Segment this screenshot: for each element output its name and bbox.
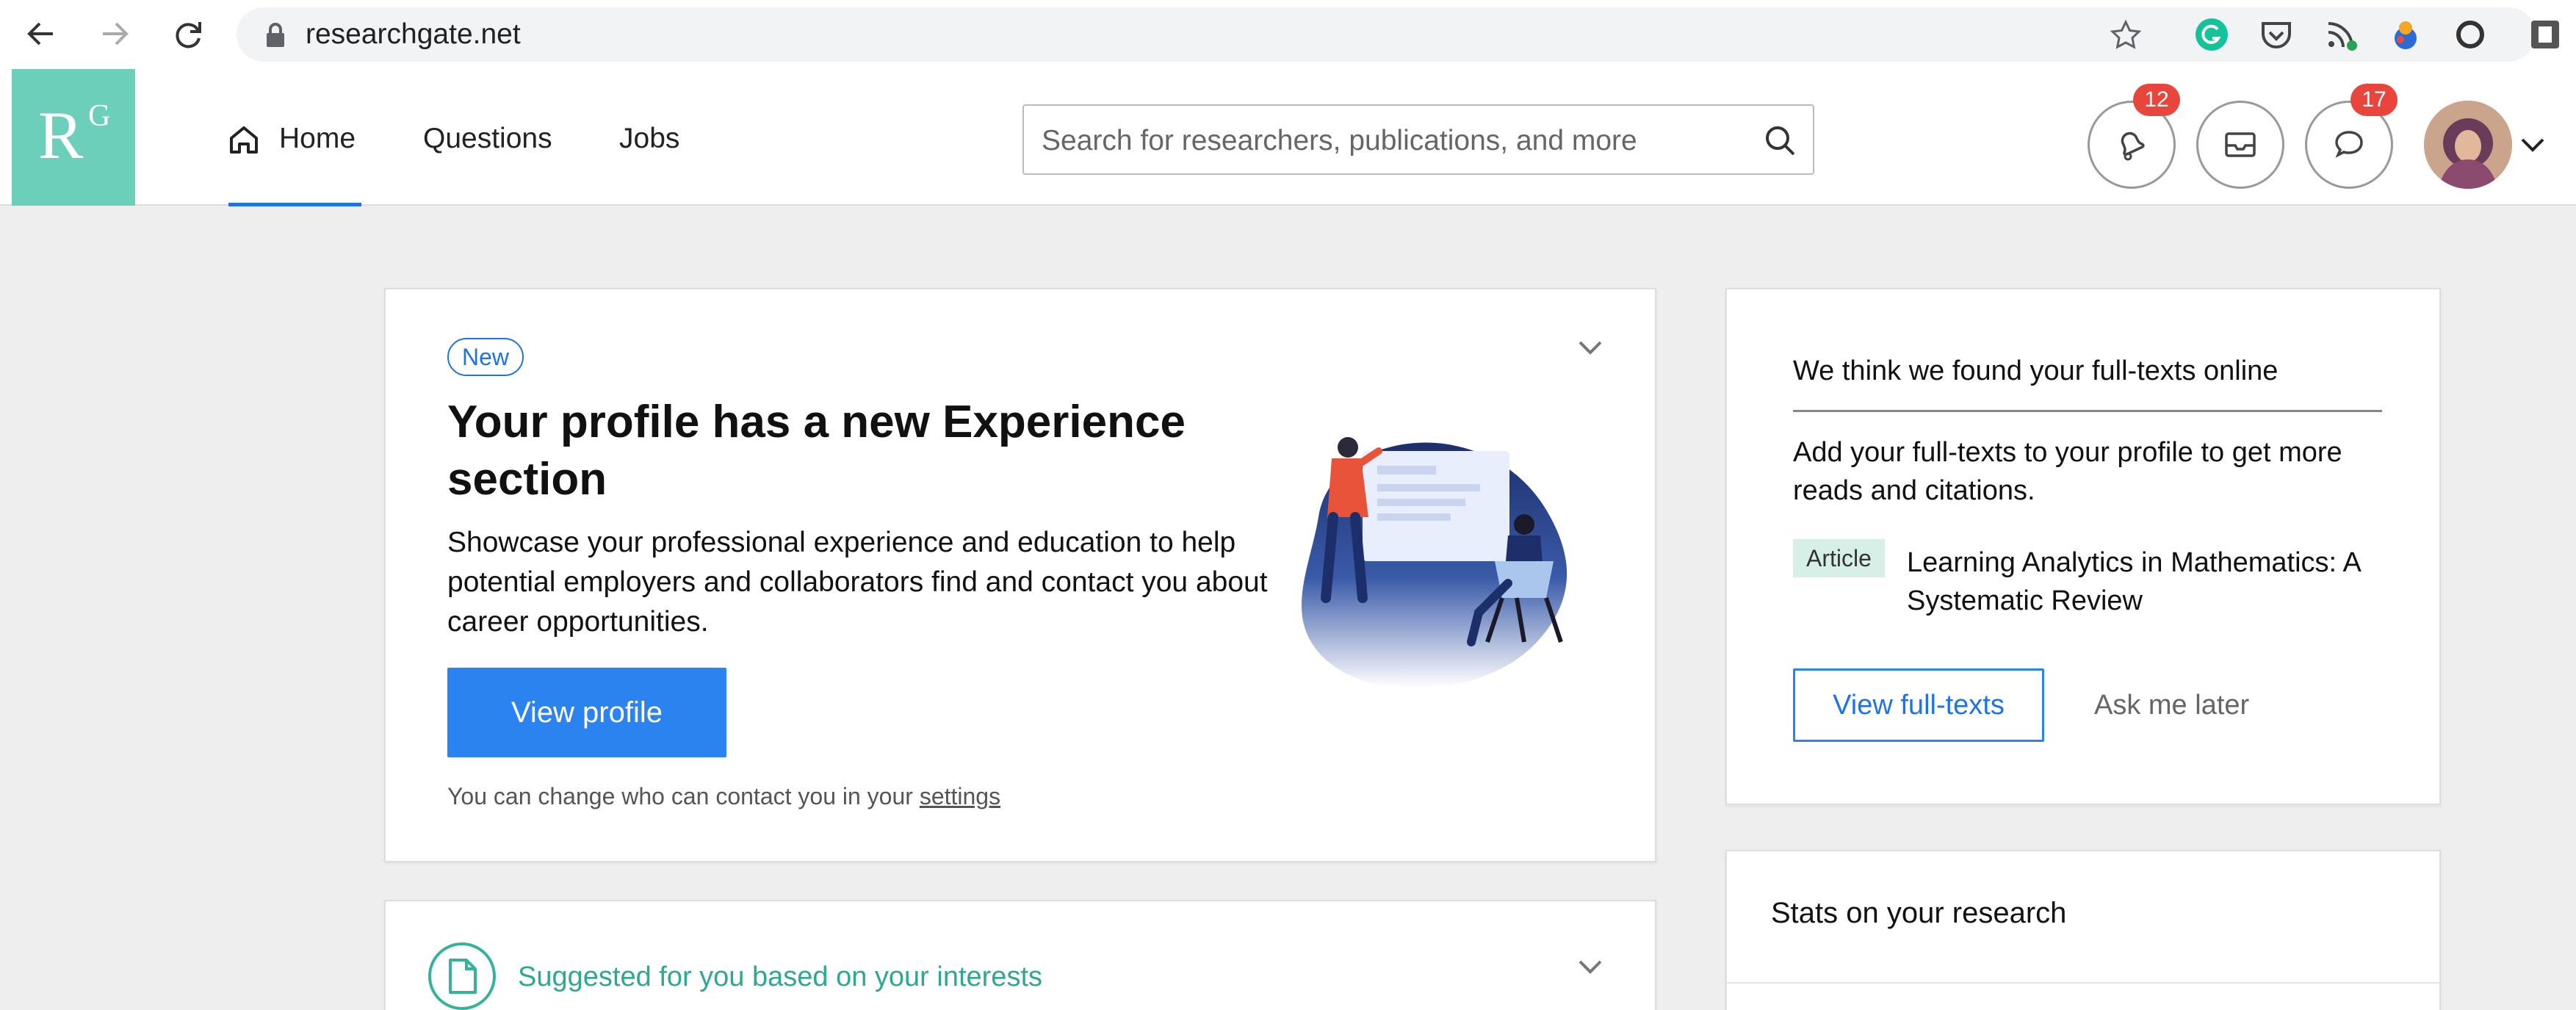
forward-button[interactable]: [95, 15, 134, 53]
experience-illustration: [1302, 437, 1567, 688]
stats-card-title: Stats on your research: [1771, 897, 2067, 929]
profile-menu-chevron-icon[interactable]: [2518, 134, 2547, 156]
url-text[interactable]: researchgate.net: [306, 15, 521, 54]
ask-me-later-button[interactable]: Ask me later: [2094, 686, 2249, 724]
home-icon: [230, 126, 258, 154]
arrow-right-icon: [103, 22, 129, 46]
star-icon[interactable]: [2110, 19, 2142, 51]
bell-icon: [2121, 131, 2145, 161]
notifications-badge: 12: [2133, 84, 2180, 116]
tab-questions[interactable]: Questions: [423, 120, 552, 157]
chat-badge: 17: [2350, 84, 2398, 116]
pocket-extension-icon[interactable]: [2258, 16, 2295, 53]
footnote-text: You can change who can contact you in yo…: [447, 783, 920, 809]
logo-letter: R: [38, 98, 84, 173]
article-type-badge: Article: [1793, 539, 1885, 577]
view-profile-button[interactable]: View profile: [447, 668, 726, 757]
fulltext-card-title: We think we found your full-texts online: [1793, 356, 2279, 386]
grammarly-extension-icon[interactable]: [2193, 16, 2230, 53]
experience-section-card: New Your profile has a new Experience se…: [384, 288, 1656, 862]
avatar[interactable]: [2424, 101, 2512, 189]
colorful-extension-icon[interactable]: [2387, 16, 2424, 53]
collapse-chevron-icon[interactable]: [1574, 951, 1606, 984]
site-header: R G Home Questions Jobs 12 17: [0, 69, 2576, 206]
messages-button[interactable]: [2196, 101, 2284, 189]
settings-link[interactable]: settings: [920, 783, 1000, 809]
envelope-icon: [2225, 132, 2256, 157]
card-description: Showcase your professional experience an…: [447, 527, 1268, 638]
avatar-image: [2424, 101, 2512, 189]
new-badge: New: [447, 338, 524, 376]
lock-icon: [267, 23, 284, 47]
arrow-left-icon: [27, 22, 53, 46]
document-icon: [428, 942, 496, 1010]
tab-home-label: Home: [279, 123, 356, 154]
tab-jobs[interactable]: Jobs: [619, 120, 679, 157]
active-tab-indicator: [228, 203, 361, 206]
extension-box-icon[interactable]: [2527, 16, 2564, 53]
address-bar[interactable]: [237, 7, 2536, 62]
reload-button[interactable]: [169, 15, 207, 53]
suggested-card-title[interactable]: Suggested for you based on your interest…: [518, 959, 1042, 995]
contact-settings-note: You can change who can contact you in yo…: [447, 780, 1000, 812]
researchgate-logo[interactable]: R G: [12, 69, 135, 206]
suggested-card: Suggested for you based on your interest…: [384, 900, 1656, 1010]
divider: [1727, 982, 2439, 984]
browser-toolbar: researchgate.net: [0, 0, 2576, 69]
circle-extension-icon[interactable]: [2452, 16, 2489, 53]
logo-superscript: G: [88, 99, 111, 133]
fulltext-suggestion-card: We think we found your full-texts online…: [1725, 288, 2441, 805]
rss-extension-icon[interactable]: [2323, 16, 2359, 53]
collapse-chevron-icon[interactable]: [1574, 332, 1606, 364]
reload-icon: [176, 22, 201, 48]
chat-bubble-icon: [2335, 131, 2363, 158]
stats-card: Stats on your research: [1725, 850, 2441, 1010]
fulltext-card-description: Add your full-texts to your profile to g…: [1793, 437, 2342, 506]
search-input[interactable]: [1042, 122, 1703, 160]
search-button[interactable]: [1758, 119, 1803, 163]
card-title: Your profile has a new Experience sectio…: [447, 397, 1186, 505]
search-icon: [1766, 126, 1795, 156]
view-fulltexts-button[interactable]: View full-texts: [1793, 668, 2044, 742]
search-box: [1022, 104, 1814, 175]
article-title-link[interactable]: Learning Analytics in Mathematics: A Sys…: [1907, 544, 2406, 620]
back-button[interactable]: [22, 15, 60, 53]
divider: [1793, 410, 2382, 412]
